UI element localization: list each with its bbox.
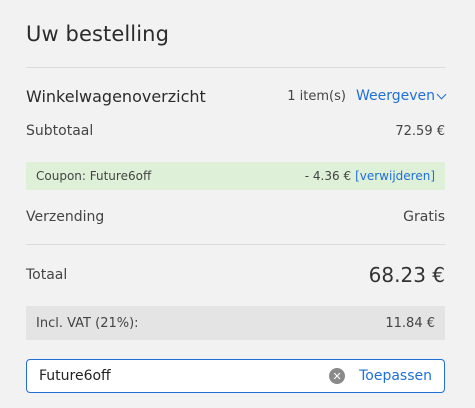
total-label: Totaal [26,267,68,283]
apply-coupon-button[interactable]: Toepassen [359,368,432,384]
coupon-row: Coupon: Future6off - 4.36 € [verwijderen… [26,162,445,190]
coupon-discount-value: - 4.36 € [304,169,352,183]
shipping-label: Verzending [26,209,105,225]
cart-overview-right: 1 item(s) Weergeven [287,88,447,104]
vat-row: Incl. VAT (21%): 11.84 € [26,306,445,340]
subtotal-row: Subtotaal 72.59 € [26,121,445,141]
subtotal-value: 72.59 € [395,123,445,139]
remove-coupon-link[interactable]: [verwijderen] [355,169,435,183]
coupon-code-field: ✕ Toepassen [26,359,445,393]
items-count: 1 item(s) [287,88,346,104]
chevron-down-icon [436,89,447,99]
view-items-label: Weergeven [355,88,435,104]
divider [26,244,445,245]
coupon-label: Coupon: Future6off [36,169,152,183]
total-row: Totaal 68.23 € [26,262,445,288]
total-value: 68.23 € [368,263,445,287]
coupon-code-input[interactable] [39,368,330,384]
shipping-row: Verzending Gratis [26,207,445,227]
cart-overview-row: Winkelwagenoverzicht 1 item(s) Weergeven [26,86,447,106]
order-summary-panel: Uw bestelling Winkelwagenoverzicht 1 ite… [0,0,475,408]
vat-value: 11.84 € [385,315,435,331]
cart-overview-label: Winkelwagenoverzicht [26,86,206,106]
view-items-button[interactable]: Weergeven [355,88,447,104]
divider [26,67,445,68]
vat-label: Incl. VAT (21%): [36,315,139,331]
clear-icon[interactable]: ✕ [329,368,346,384]
shipping-value: Gratis [403,209,445,225]
subtotal-label: Subtotaal [26,123,94,139]
coupon-discount-group: - 4.36 € [verwijderen] [305,169,435,183]
page-title: Uw bestelling [26,22,170,46]
